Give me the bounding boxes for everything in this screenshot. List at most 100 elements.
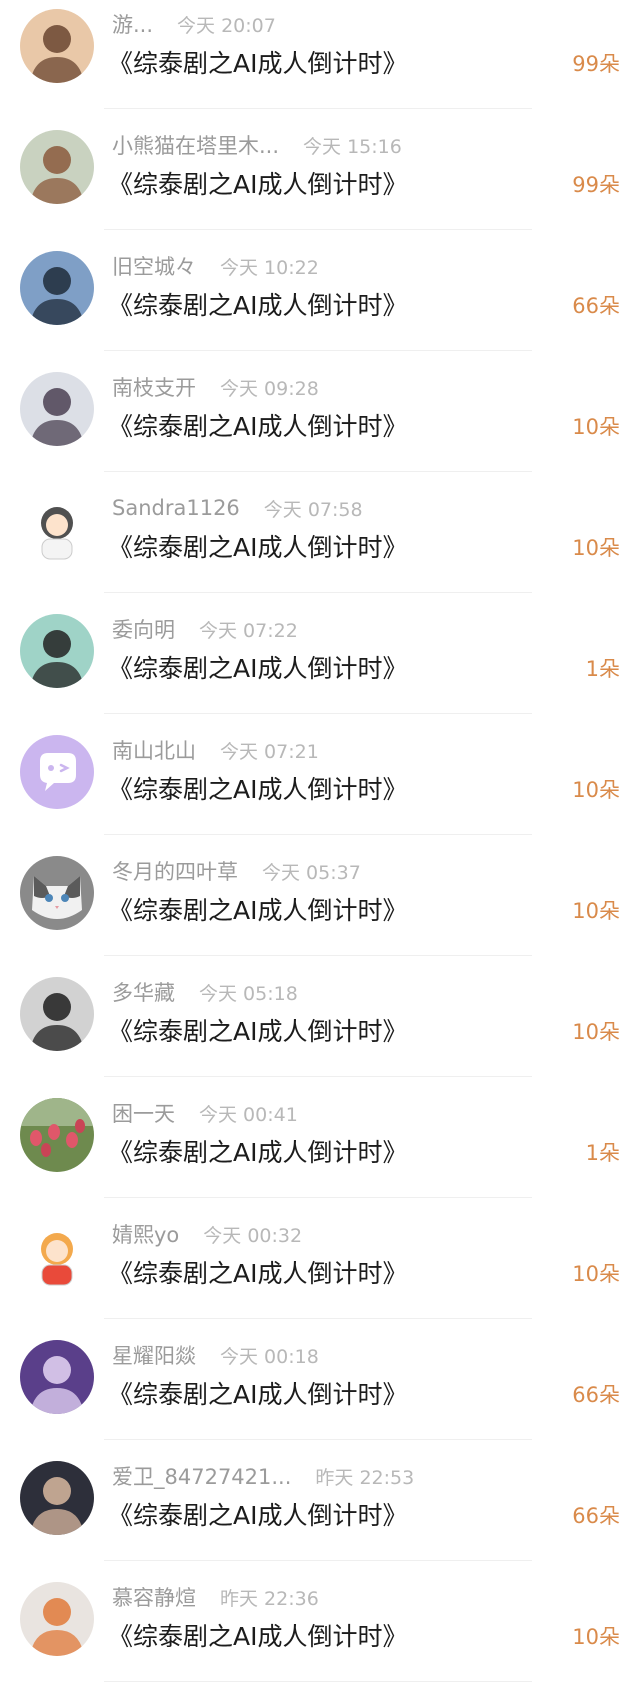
book-title[interactable]: 《综泰剧之AI成人倒计时》 <box>108 407 407 443</box>
item-meta: 旧空城々 今天 10:22 <box>112 252 319 280</box>
avatar[interactable] <box>20 977 94 1051</box>
avatar[interactable] <box>20 9 94 83</box>
list-item[interactable]: 旧空城々 今天 10:22 《综泰剧之AI成人倒计时》 66朵 <box>0 242 640 363</box>
tulips-icon <box>20 1098 94 1172</box>
divider <box>104 108 532 109</box>
gift-count: 99朵 <box>572 173 620 197</box>
gift-count: 66朵 <box>572 294 620 318</box>
avatar[interactable] <box>20 1340 94 1414</box>
avatar[interactable] <box>20 856 94 930</box>
book-title[interactable]: 《综泰剧之AI成人倒计时》 <box>108 770 407 806</box>
book-title[interactable]: 《综泰剧之AI成人倒计时》 <box>108 1133 407 1169</box>
list-item[interactable]: 星耀阳燚 今天 00:18 《综泰剧之AI成人倒计时》 66朵 <box>0 1331 640 1452</box>
book-title[interactable]: 《综泰剧之AI成人倒计时》 <box>108 1012 407 1048</box>
user-name[interactable]: 慕容静煊 <box>112 1582 196 1612</box>
user-name[interactable]: 南枝支开 <box>112 372 196 402</box>
book-title[interactable]: 《综泰剧之AI成人倒计时》 <box>108 44 407 80</box>
avatar[interactable] <box>20 735 94 809</box>
gift-count: 1朵 <box>585 1141 620 1165</box>
timestamp: 今天 07:22 <box>199 619 298 642</box>
book-title[interactable]: 《综泰剧之AI成人倒计时》 <box>108 165 407 201</box>
divider <box>104 1560 532 1561</box>
item-meta: 爱卫_84727421... 昨天 22:53 <box>112 1462 414 1490</box>
timestamp: 今天 05:37 <box>262 861 361 884</box>
item-meta: 委向明 今天 07:22 <box>112 615 298 643</box>
user-name[interactable]: 爱卫_84727421... <box>112 1461 291 1491</box>
timestamp: 今天 10:22 <box>220 256 319 279</box>
list-item[interactable]: 南山北山 今天 07:21 《综泰剧之AI成人倒计时》 10朵 <box>0 726 640 847</box>
avatar[interactable] <box>20 1219 94 1293</box>
bw-portrait-icon <box>20 977 94 1051</box>
gift-count: 99朵 <box>572 52 620 76</box>
book-title[interactable]: 《综泰剧之AI成人倒计时》 <box>108 1496 407 1532</box>
avatar[interactable] <box>20 1461 94 1535</box>
list-item[interactable]: 游... 今天 20:07 《综泰剧之AI成人倒计时》 99朵 <box>0 0 640 121</box>
user-name[interactable]: 婧熙yo <box>112 1219 179 1249</box>
list-item[interactable]: 委向明 今天 07:22 《综泰剧之AI成人倒计时》 1朵 <box>0 605 640 726</box>
divider <box>104 1318 532 1319</box>
cartoon-boy-icon <box>20 493 94 567</box>
avatar[interactable] <box>20 1098 94 1172</box>
user-name[interactable]: 旧空城々 <box>112 251 196 281</box>
item-meta: 游... 今天 20:07 <box>112 10 276 38</box>
user-name[interactable]: 困一天 <box>112 1098 175 1128</box>
avatar[interactable] <box>20 130 94 204</box>
user-name[interactable]: 星耀阳燚 <box>112 1340 196 1370</box>
timestamp: 今天 15:16 <box>303 135 402 158</box>
divider <box>104 471 532 472</box>
timestamp: 今天 00:32 <box>203 1224 303 1247</box>
list-item[interactable]: 冬月的四叶草 今天 05:37 《综泰剧之AI成人倒计时》 10朵 <box>0 847 640 968</box>
avatar[interactable] <box>20 493 94 567</box>
item-meta: 星耀阳燚 今天 00:18 <box>112 1341 319 1369</box>
divider <box>104 955 532 956</box>
cat-icon <box>20 856 94 930</box>
gift-record-list: 游... 今天 20:07 《综泰剧之AI成人倒计时》 99朵 小熊猫在塔里木... 今天… <box>0 0 640 1694</box>
list-item[interactable]: 小熊猫在塔里木... 今天 15:16 《综泰剧之AI成人倒计时》 99朵 <box>0 121 640 242</box>
baby-photo-icon <box>20 130 94 204</box>
user-name[interactable]: 游... <box>112 9 153 39</box>
book-title[interactable]: 《综泰剧之AI成人倒计时》 <box>108 1617 407 1653</box>
book-title[interactable]: 《综泰剧之AI成人倒计时》 <box>108 649 407 685</box>
book-title[interactable]: 《综泰剧之AI成人倒计时》 <box>108 1375 407 1411</box>
item-meta: 南山北山 今天 07:21 <box>112 736 319 764</box>
timestamp: 今天 00:41 <box>199 1103 298 1126</box>
list-item[interactable]: 爱卫_84727421... 昨天 22:53 《综泰剧之AI成人倒计时》 66朵 <box>0 1452 640 1573</box>
cartoon-dragon-icon <box>20 1219 94 1293</box>
list-item[interactable]: 婧熙yo 今天 00:32 《综泰剧之AI成人倒计时》 10朵 <box>0 1210 640 1331</box>
user-name[interactable]: 多华藏 <box>112 977 175 1007</box>
chat-bubble-icon <box>20 735 94 809</box>
gift-count: 10朵 <box>572 415 620 439</box>
avatar[interactable] <box>20 372 94 446</box>
timestamp: 今天 07:58 <box>263 498 363 521</box>
avatar[interactable] <box>20 1582 94 1656</box>
list-item[interactable]: 南枝支开 今天 09:28 《综泰剧之AI成人倒计时》 10朵 <box>0 363 640 484</box>
divider <box>104 713 532 714</box>
user-name[interactable]: 南山北山 <box>112 735 196 765</box>
book-title[interactable]: 《综泰剧之AI成人倒计时》 <box>108 1254 407 1290</box>
divider <box>104 834 532 835</box>
avatar[interactable] <box>20 251 94 325</box>
avatar[interactable] <box>20 614 94 688</box>
timestamp: 昨天 22:36 <box>220 1587 319 1610</box>
user-name[interactable]: 委向明 <box>112 614 175 644</box>
item-meta: 困一天 今天 00:41 <box>112 1099 298 1127</box>
man-portrait-icon <box>20 372 94 446</box>
user-name[interactable]: Sandra1126 <box>112 496 240 520</box>
item-meta: 南枝支开 今天 09:28 <box>112 373 319 401</box>
user-name[interactable]: 冬月的四叶草 <box>112 856 238 886</box>
list-item[interactable]: 慕容静煊 昨天 22:36 《综泰剧之AI成人倒计时》 10朵 <box>0 1573 640 1694</box>
book-title[interactable]: 《综泰剧之AI成人倒计时》 <box>108 891 407 927</box>
woman-portrait-icon <box>20 9 94 83</box>
gift-count: 10朵 <box>572 778 620 802</box>
divider <box>104 350 532 351</box>
gift-count: 66朵 <box>572 1504 620 1528</box>
list-item[interactable]: 多华藏 今天 05:18 《综泰剧之AI成人倒计时》 10朵 <box>0 968 640 1089</box>
book-title[interactable]: 《综泰剧之AI成人倒计时》 <box>108 286 407 322</box>
list-item[interactable]: 困一天 今天 00:41 《综泰剧之AI成人倒计时》 1朵 <box>0 1089 640 1210</box>
user-name[interactable]: 小熊猫在塔里木... <box>112 130 279 160</box>
book-title[interactable]: 《综泰剧之AI成人倒计时》 <box>108 528 407 564</box>
gift-count: 10朵 <box>572 1020 620 1044</box>
item-meta: 冬月的四叶草 今天 05:37 <box>112 857 361 885</box>
list-item[interactable]: Sandra1126 今天 07:58 《综泰剧之AI成人倒计时》 10朵 <box>0 484 640 605</box>
sunglasses-man-icon <box>20 614 94 688</box>
